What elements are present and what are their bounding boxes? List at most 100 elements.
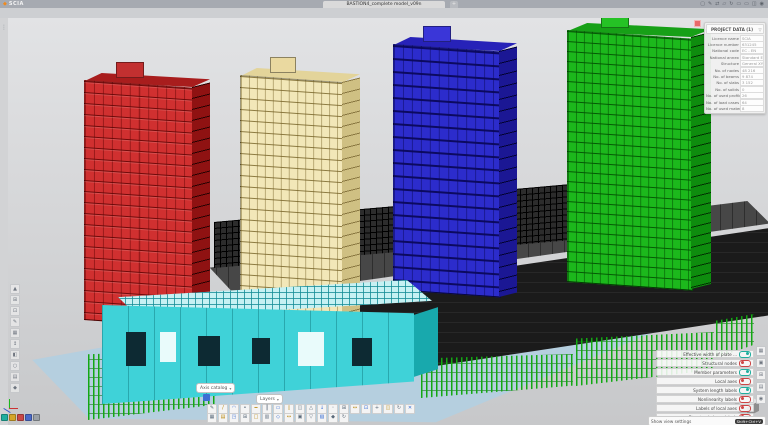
more-tools-icon[interactable] [33, 414, 40, 421]
view-flag-toggle[interactable] [739, 369, 751, 376]
input-tool-icon[interactable]: ⊡ [361, 404, 371, 414]
input-tool-icon[interactable]: ⊞ [240, 413, 250, 423]
input-tool-icon[interactable]: ▥ [262, 413, 272, 423]
titlebar-icon[interactable]: ▱ [722, 1, 726, 7]
view-flag-row: Member parameters [656, 368, 754, 376]
input-tool-icon[interactable]: ▤ [218, 413, 228, 423]
properties-panel: PROJECT DATA (1) ▽ Licence name SCIA Lic… [704, 22, 766, 114]
ucs-settings-icon[interactable] [17, 414, 24, 421]
view-tool-icon[interactable]: ◆ [10, 383, 20, 393]
view-flag-toggle[interactable] [739, 351, 751, 358]
titlebar-icon[interactable]: ↻ [729, 1, 733, 7]
coord-input-icon[interactable] [9, 414, 16, 421]
show-view-settings-button[interactable]: Show view settings Shift+Ctrl+V [648, 416, 766, 425]
property-label: No. of used profiles [706, 93, 740, 98]
titlebar-icon[interactable]: ▭ [736, 1, 741, 7]
input-tool-icon[interactable]: ↔ [350, 404, 360, 414]
scia-logo-icon: ◆ [3, 1, 7, 7]
input-tool-icon[interactable]: ↻ [394, 404, 404, 414]
input-tool-icon[interactable]: ◆ [328, 413, 338, 423]
view-flag-label: Local axes [715, 379, 737, 384]
shortcut-badge: Shift+Ctrl+V [735, 419, 763, 424]
input-tool-icon[interactable]: + [372, 404, 382, 414]
input-tool-icon[interactable]: ▧ [317, 413, 327, 423]
titlebar-icon[interactable]: ✎ [708, 1, 712, 7]
property-label: No. of solids [706, 87, 740, 92]
view-tool-icon[interactable]: ⊞ [10, 295, 20, 305]
input-tool-icon[interactable]: ◳ [229, 413, 239, 423]
side-tool-icon[interactable]: ▤ [756, 382, 766, 392]
tower-red-front [84, 80, 194, 328]
view-flag-label: Structural nodes [702, 361, 737, 366]
project-tab[interactable]: BASTION4_complete model_v09n [323, 1, 445, 8]
property-label: No. of nodes [706, 68, 740, 73]
input-tool-icon[interactable]: □ [251, 413, 261, 423]
scia-engineer-window: ◆ SCIA BASTION4_complete model_v09n + ▢✎… [0, 0, 768, 425]
view-flag-row: Nonlinearity labels [656, 395, 754, 403]
app-brand: ◆ SCIA [3, 1, 24, 7]
tower-cream [240, 75, 360, 315]
property-value-field[interactable]: 8 [740, 105, 764, 112]
side-tool-icon[interactable]: ▦ [756, 346, 766, 356]
filter-icon[interactable]: ▽ [757, 27, 763, 32]
input-tool-icon[interactable]: ▦ [207, 413, 217, 423]
view-flag-toggle[interactable] [739, 405, 751, 412]
tower-red-side [192, 83, 210, 327]
ucs-triad-icon [1, 399, 21, 413]
property-label: No. of load cases [706, 100, 740, 105]
view-flag-toggle[interactable] [739, 378, 751, 385]
input-tool-icon[interactable]: ✕ [405, 404, 415, 414]
layers-icon[interactable] [203, 394, 210, 401]
view-flag-label: Effective width of plate ... [683, 352, 737, 357]
title-bar: ◆ SCIA BASTION4_complete model_v09n + ▢✎… [0, 0, 768, 8]
input-tool-icon[interactable]: ◇ [273, 413, 283, 423]
view-flag-label: Member parameters [694, 370, 737, 375]
selection-marker-icon[interactable] [694, 20, 701, 27]
axis-catalog-dropdown[interactable]: Axis catalog ▾ [196, 383, 235, 393]
property-label: Structure [706, 61, 740, 66]
tower-red [84, 80, 212, 320]
input-tool-icon[interactable]: ▽ [306, 413, 316, 423]
titlebar-icon[interactable]: ◉ [760, 1, 764, 7]
input-tool-icon[interactable]: ↻ [339, 413, 349, 423]
property-label: No. of slabs [706, 80, 740, 85]
side-tool-icon[interactable]: ▣ [756, 358, 766, 368]
view-flag-toggle[interactable] [739, 360, 751, 367]
view-tool-icon[interactable]: ✎ [10, 317, 20, 327]
view-flag-row: Labels of local axes [656, 404, 754, 412]
show-view-settings-label: Show view settings [651, 419, 733, 424]
window-opening [298, 332, 324, 366]
view-tool-icon[interactable]: ▲ [10, 284, 20, 294]
window-opening [160, 332, 176, 362]
side-tool-icon[interactable]: ⊞ [756, 370, 766, 380]
view-flag-row: Effective width of plate ... [656, 350, 754, 358]
titlebar-icon[interactable]: ▭ [744, 1, 749, 7]
view-flag-label: Nonlinearity labels [698, 397, 737, 402]
side-tools: ▦ ▣ ⊞ ▤ ◉ [756, 346, 766, 404]
input-tool-icon[interactable]: ▣ [295, 413, 305, 423]
window-opening [352, 338, 372, 366]
chevron-down-icon: ▾ [277, 397, 279, 402]
input-tool-icon[interactable]: ◫ [383, 404, 393, 414]
tower-green [567, 30, 713, 282]
model-viewport[interactable] [8, 18, 768, 425]
layers-dropdown[interactable]: Layers ▾ [256, 394, 283, 404]
titlebar-icon[interactable]: ▢ [700, 1, 705, 7]
side-tool-icon[interactable]: ◉ [756, 394, 766, 404]
view-flag-toggle[interactable] [739, 387, 751, 394]
grid-settings-icon[interactable] [25, 414, 32, 421]
view-tool-icon[interactable]: ▦ [10, 328, 20, 338]
view-flag-toggle[interactable] [739, 396, 751, 403]
titlebar-icon[interactable]: ◫ [752, 1, 757, 7]
titlebar-icon[interactable]: ⇄ [715, 1, 719, 7]
view-tool-icon[interactable]: ▤ [10, 372, 20, 382]
view-tool-icon[interactable]: ↕ [10, 339, 20, 349]
snap-mode-icon[interactable] [1, 414, 8, 421]
view-tool-icon[interactable]: ○ [10, 361, 20, 371]
view-tool-icon[interactable]: ◧ [10, 350, 20, 360]
input-tool-icon[interactable]: ↔ [284, 413, 294, 423]
window-opening [126, 332, 146, 366]
view-tool-icon[interactable]: ⊡ [10, 306, 20, 316]
view-flags-panel: Effective width of plate ... Structural … [656, 350, 754, 425]
new-tab-button[interactable]: + [450, 1, 458, 8]
